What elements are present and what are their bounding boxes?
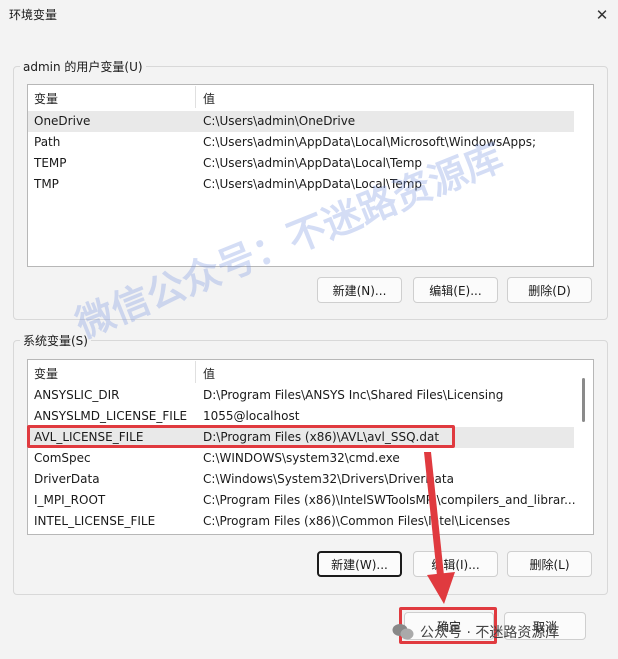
footer-text: 公众号 · 不迷路资源库 [420, 625, 560, 641]
wechat-icon [392, 624, 414, 640]
arrow-shaft [424, 452, 445, 585]
footer-watermark: 公众号 · 不迷路资源库 [392, 622, 559, 642]
arrow-head [427, 572, 455, 604]
annotation-arrow [424, 452, 455, 604]
